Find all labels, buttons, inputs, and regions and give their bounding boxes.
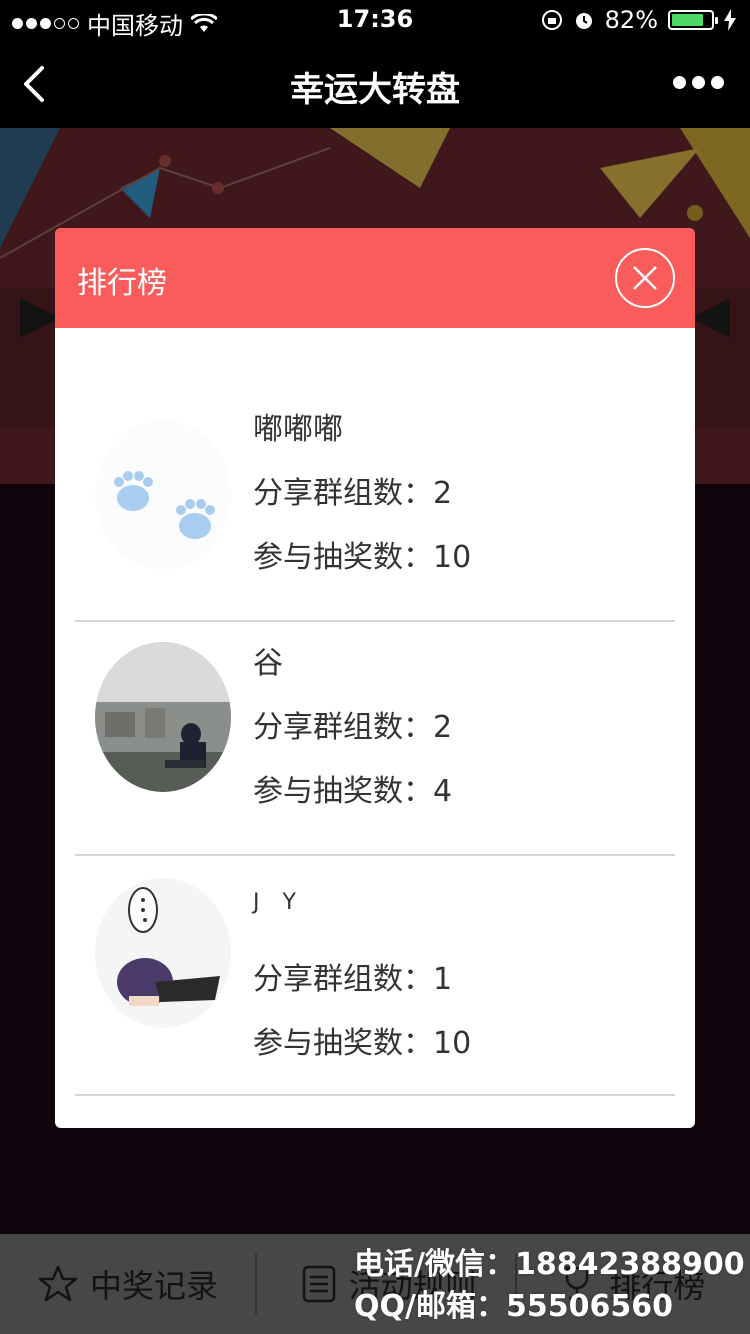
avatar [95,878,231,1028]
charging-icon [724,9,736,31]
user-name: 嘟嘟嘟 [253,412,343,447]
leaderboard-entry: J Y 分享群组数：1 参与抽奖数：10 [75,856,675,1096]
draws-row: 参与抽奖数：10 [253,532,471,596]
page-title: 幸运大转盘 [290,70,460,110]
avatar [95,642,231,792]
share-groups-label: 分享群组数： [253,710,433,745]
battery-fill [672,14,703,26]
anime-character-avatar-image [117,887,220,1006]
paw-prints-avatar-image [114,471,215,539]
draws-label: 参与抽奖数： [253,540,433,575]
battery-icon [668,10,718,30]
avatar [95,420,231,570]
nav-bar: 幸运大转盘 [0,40,750,128]
status-right: 82% [541,6,736,34]
modal-header: 排行榜 [55,228,695,328]
entry-info: 嘟嘟嘟 分享群组数：2 参与抽奖数：10 [253,404,471,596]
draws-row: 参与抽奖数：10 [253,1018,471,1082]
share-groups-value: 1 [433,962,453,997]
draws-label: 参与抽奖数： [253,774,433,809]
watermark-line-qq: QQ/邮箱：55506560 [354,1289,673,1324]
draws-value: 10 [433,1026,472,1061]
leaderboard-entry: 谷 分享群组数：2 参与抽奖数：4 [75,622,675,856]
leaderboard-entry: 嘟嘟嘟 分享群组数：2 参与抽奖数：10 [75,388,675,622]
more-menu-icon[interactable] [673,76,724,89]
modal-title: 排行榜 [77,266,167,301]
user-name: 谷 [253,646,283,681]
battery-percent: 82% [604,6,658,34]
alarm-icon [575,13,592,29]
draws-value: 10 [433,540,472,575]
leaderboard-modal: 排行榜 嘟嘟嘟 分享群组数：2 参与抽奖数：10 谷 分享群组数：2 参与抽奖数… [55,228,695,1128]
draws-label: 参与抽奖数： [253,1026,433,1061]
user-name: J Y [253,890,304,915]
city-photo-avatar-image [95,642,231,792]
rotation-lock-icon [541,10,562,30]
close-button[interactable] [615,248,675,308]
entry-info: J Y 分享群组数：1 参与抽奖数：10 [253,890,471,1082]
entry-info: 谷 分享群组数：2 参与抽奖数：4 [253,638,452,830]
status-bar: 中国移动 17:36 82% [0,0,750,40]
draws-row: 参与抽奖数：4 [253,766,452,830]
contact-watermark: 电话/微信：18842388900 QQ/邮箱：55506560 [354,1244,745,1328]
close-icon [633,266,657,290]
watermark-line-phone: 电话/微信：18842388900 [354,1247,745,1282]
share-groups-value: 2 [433,710,453,745]
share-groups-label: 分享群组数： [253,476,433,511]
share-groups-label: 分享群组数： [253,962,433,997]
share-groups-row: 分享群组数：1 [253,954,471,1018]
share-groups-row: 分享群组数：2 [253,702,452,766]
draws-value: 4 [433,774,453,809]
share-groups-value: 2 [433,476,453,511]
share-groups-row: 分享群组数：2 [253,468,471,532]
